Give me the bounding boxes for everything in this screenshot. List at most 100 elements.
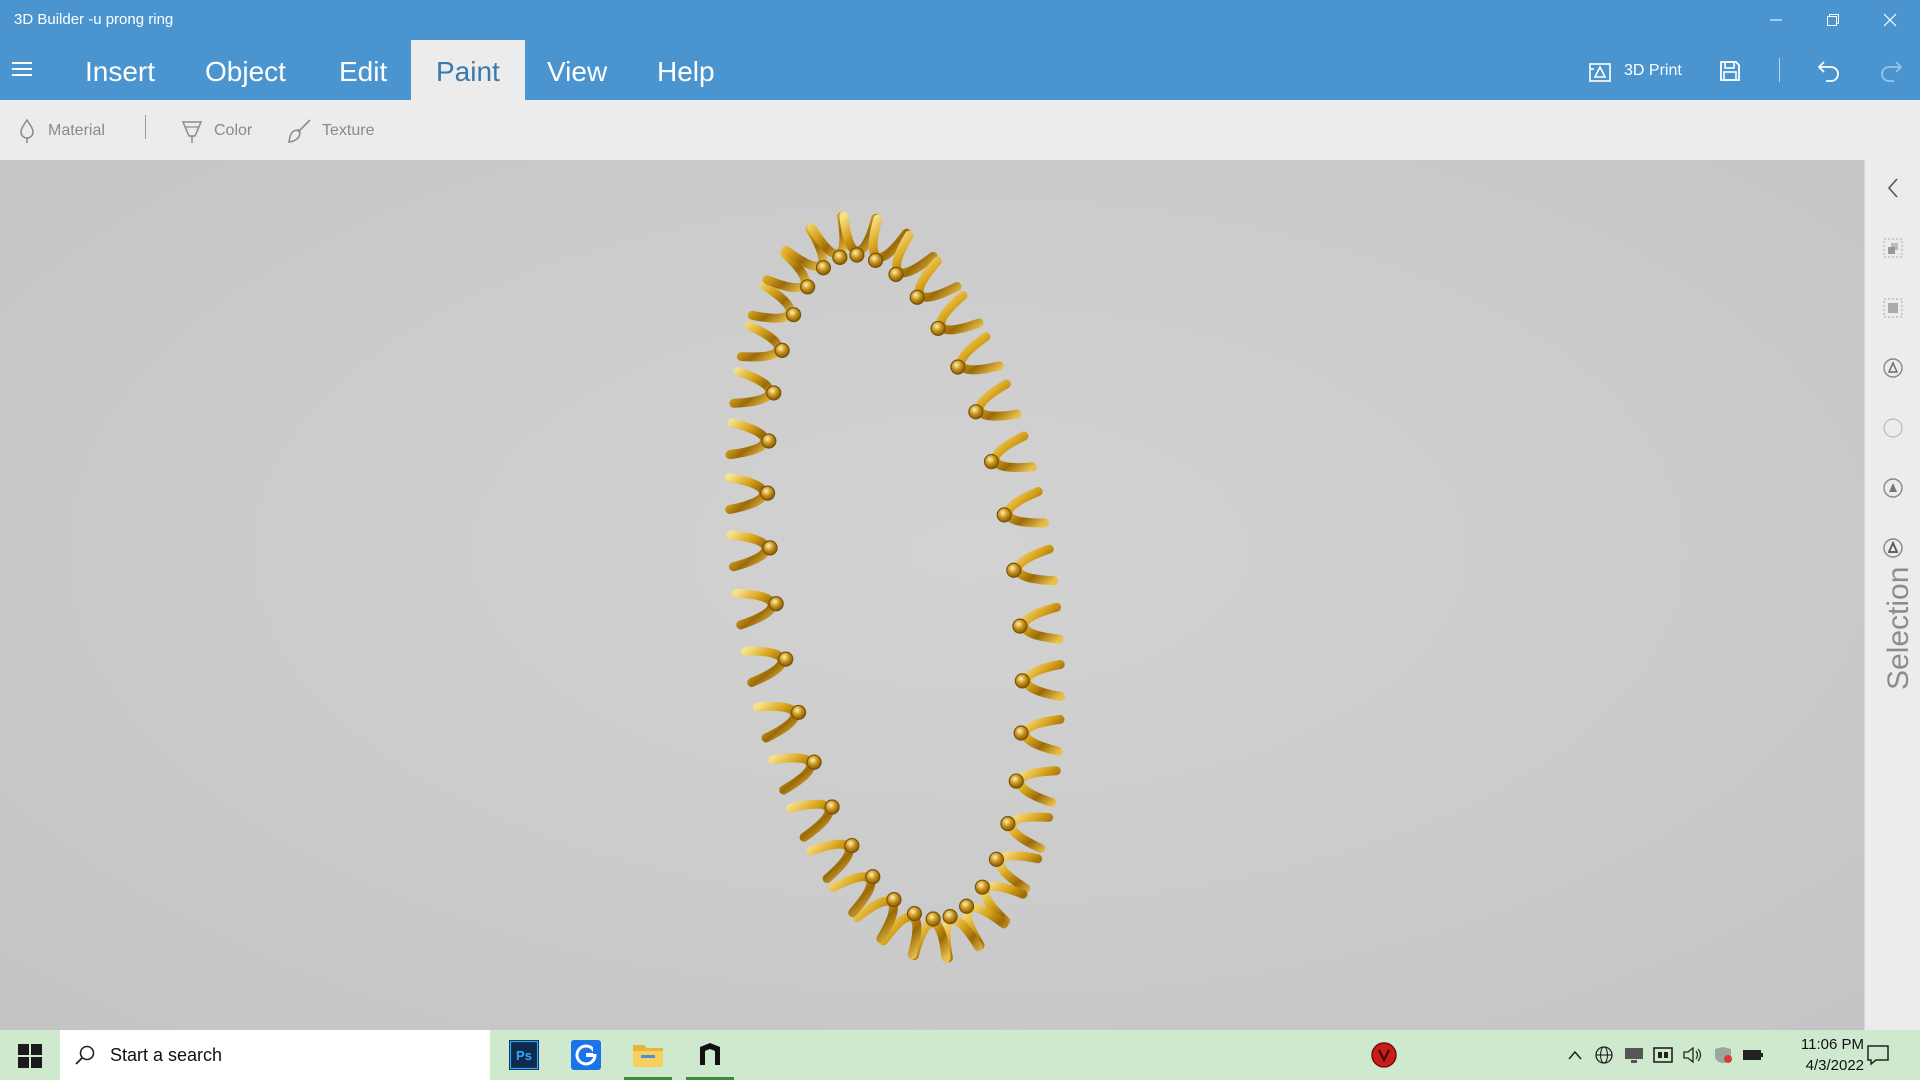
taskbar-chrome[interactable]	[558, 1034, 614, 1076]
shield-warning-icon	[1715, 1047, 1732, 1063]
photoshop-label: Ps	[516, 1048, 532, 1063]
paint-bucket-icon	[181, 121, 203, 143]
ring-prong	[936, 290, 984, 335]
save-icon	[1720, 61, 1740, 81]
ring-bead	[762, 540, 778, 556]
select-faces-button[interactable]	[1881, 296, 1905, 320]
ring-prong	[1007, 812, 1054, 853]
show-hidden-icons-button[interactable]	[1564, 1046, 1586, 1064]
ring-bead	[909, 289, 925, 305]
close-button[interactable]	[1864, 0, 1916, 40]
ring-bead	[906, 906, 923, 922]
ring-prong	[1020, 714, 1065, 756]
tab-paint[interactable]: Paint	[411, 40, 525, 100]
minimize-button[interactable]	[1750, 0, 1802, 40]
ring-bead	[768, 596, 784, 612]
restore-button[interactable]	[1807, 0, 1859, 40]
tab-object[interactable]: Object	[180, 40, 311, 100]
red-app-icon	[1371, 1042, 1397, 1068]
ring-prong	[806, 839, 854, 884]
3d-viewport[interactable]	[0, 160, 1864, 1030]
ribbon: Insert Object Edit Paint View Help 3D Pr…	[0, 40, 1920, 100]
ring-bead	[958, 898, 975, 914]
ring-bead	[867, 252, 884, 268]
ring-prong	[753, 701, 800, 743]
window-title: 3D Builder -u prong ring	[14, 11, 174, 28]
material-label: Material	[48, 122, 105, 139]
ring-bead	[925, 911, 941, 927]
select-edge-button[interactable]	[1881, 536, 1905, 560]
taskbar-3d-builder[interactable]	[682, 1034, 738, 1080]
clock-date: 4/3/2022	[1805, 1057, 1864, 1074]
ring-bead	[1014, 673, 1030, 689]
material-button[interactable]: Material	[16, 118, 105, 144]
select-vertex-button[interactable]	[1881, 476, 1905, 500]
tab-help[interactable]: Help	[632, 40, 740, 100]
search-icon	[75, 1045, 95, 1065]
taskbar-app-red[interactable]	[1356, 1034, 1412, 1076]
tray-network[interactable]	[1623, 1046, 1645, 1064]
taskbar: Start a search Ps 11:06 PM 4/3/2022	[0, 1030, 1920, 1080]
ring-prong	[726, 530, 771, 572]
taskbar-search-box[interactable]: Start a search	[60, 1030, 490, 1080]
ring-bead	[988, 851, 1005, 867]
taskbar-file-explorer[interactable]	[620, 1034, 676, 1080]
ribbon-divider	[1779, 58, 1780, 82]
search-placeholder: Start a search	[110, 1044, 223, 1065]
ring-model[interactable]	[0, 160, 1864, 1030]
hamburger-menu-button[interactable]	[12, 58, 44, 82]
start-button[interactable]	[10, 1042, 48, 1068]
ring-bead	[1008, 773, 1024, 789]
ring-bead	[761, 433, 777, 449]
restore-icon	[1827, 14, 1839, 26]
paint-toolbar: Material Color Texture	[0, 100, 1920, 160]
close-icon	[1883, 13, 1897, 27]
ring-prong	[1013, 544, 1059, 586]
undo-button[interactable]	[1813, 55, 1845, 87]
3d-builder-icon	[700, 1043, 720, 1065]
notification-icon	[1867, 1045, 1889, 1066]
ring-bead	[824, 799, 840, 815]
brush-icon	[288, 119, 311, 143]
select-none-button[interactable]	[1881, 416, 1905, 440]
ring-bead	[942, 908, 958, 925]
select-objects-button[interactable]	[1881, 236, 1905, 260]
globe-icon	[1595, 1046, 1613, 1064]
tray-volume[interactable]	[1682, 1046, 1704, 1064]
action-center-button[interactable]	[1866, 1044, 1894, 1066]
tray-security[interactable]	[1712, 1046, 1734, 1064]
taskbar-clock[interactable]: 11:06 PM 4/3/2022	[1764, 1034, 1864, 1076]
ring-bead	[800, 279, 816, 295]
ring-prong	[768, 753, 816, 795]
ring-bead	[888, 266, 904, 282]
redo-icon	[1881, 61, 1903, 82]
tray-battery[interactable]	[1742, 1046, 1764, 1064]
tab-edit[interactable]: Edit	[314, 40, 412, 100]
selection-panel-label: Selection	[1882, 567, 1916, 690]
collapse-panel-button[interactable]	[1881, 176, 1905, 200]
color-button[interactable]: Color	[180, 118, 252, 144]
select-mesh-button[interactable]	[1881, 356, 1905, 380]
tab-insert[interactable]: Insert	[60, 40, 180, 100]
material-dropper-icon	[20, 118, 34, 143]
ring-bead	[774, 342, 790, 359]
save-button[interactable]	[1714, 55, 1746, 87]
ring-prong	[729, 367, 775, 408]
taskbar-photoshop[interactable]: Ps	[496, 1034, 552, 1076]
tab-view[interactable]: View	[522, 40, 632, 100]
folder-icon	[633, 1045, 663, 1067]
battery-icon	[1743, 1050, 1763, 1060]
tray-display[interactable]	[1652, 1046, 1674, 1064]
select-faces-icon	[1883, 298, 1903, 318]
3d-print-button[interactable]: 3D Print	[1588, 58, 1682, 84]
ring-bead	[766, 385, 782, 401]
tray-language[interactable]	[1593, 1046, 1615, 1064]
windows-logo-icon	[18, 1044, 42, 1068]
ring-bead	[930, 320, 946, 337]
ring-bead	[996, 507, 1012, 523]
ring-bead	[778, 651, 794, 667]
minimize-icon	[1770, 19, 1782, 21]
ring-prong	[724, 473, 769, 515]
redo-button[interactable]	[1875, 55, 1907, 87]
texture-button[interactable]: Texture	[286, 118, 374, 144]
